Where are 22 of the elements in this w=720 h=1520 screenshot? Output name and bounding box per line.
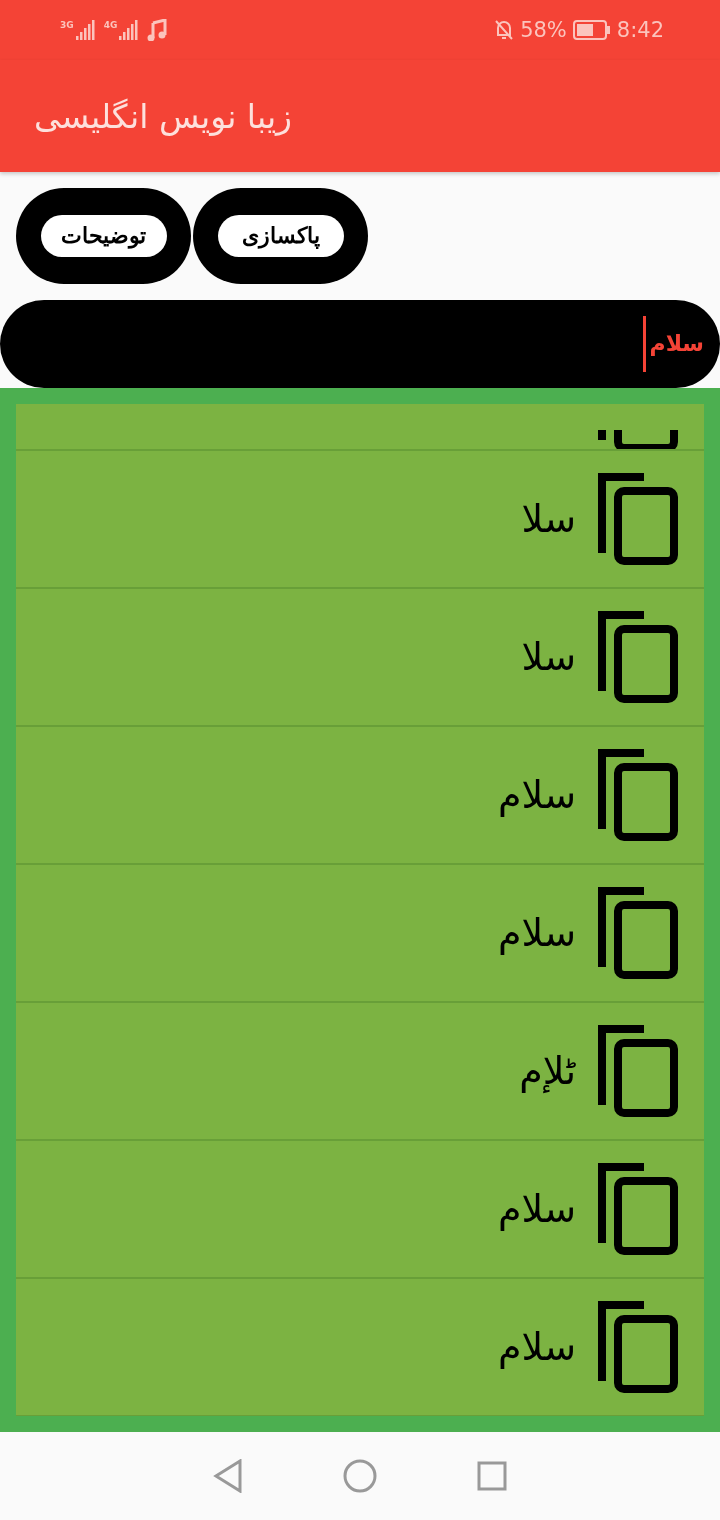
network-label: 4G [103, 20, 118, 30]
bell-off-icon [494, 19, 515, 41]
app-title: زیبا نویس انگلیسی [34, 96, 292, 136]
music-note-icon [147, 19, 168, 41]
styled-text: سلام [497, 1325, 576, 1369]
back-icon[interactable] [213, 1459, 243, 1493]
battery-icon [572, 20, 611, 40]
styled-text: سلام [497, 773, 576, 817]
signal-icon [75, 20, 98, 40]
battery-percent: 58% [520, 18, 567, 42]
network-label: 3G [60, 20, 74, 30]
styled-text: سلام [497, 1187, 576, 1231]
styled-text: سلا [521, 635, 576, 679]
styled-text: ٹلإم [519, 1049, 576, 1093]
action-button[interactable]: توضیحات [16, 188, 191, 284]
recents-icon[interactable] [477, 1461, 507, 1491]
home-icon[interactable] [343, 1459, 377, 1493]
action-button[interactable]: پاکسازی [193, 188, 368, 284]
styled-text: سلام [497, 911, 576, 955]
styled-text: سلا [521, 497, 576, 541]
text-input[interactable]: سلام [0, 300, 720, 388]
clock: 8:42 [616, 18, 664, 42]
